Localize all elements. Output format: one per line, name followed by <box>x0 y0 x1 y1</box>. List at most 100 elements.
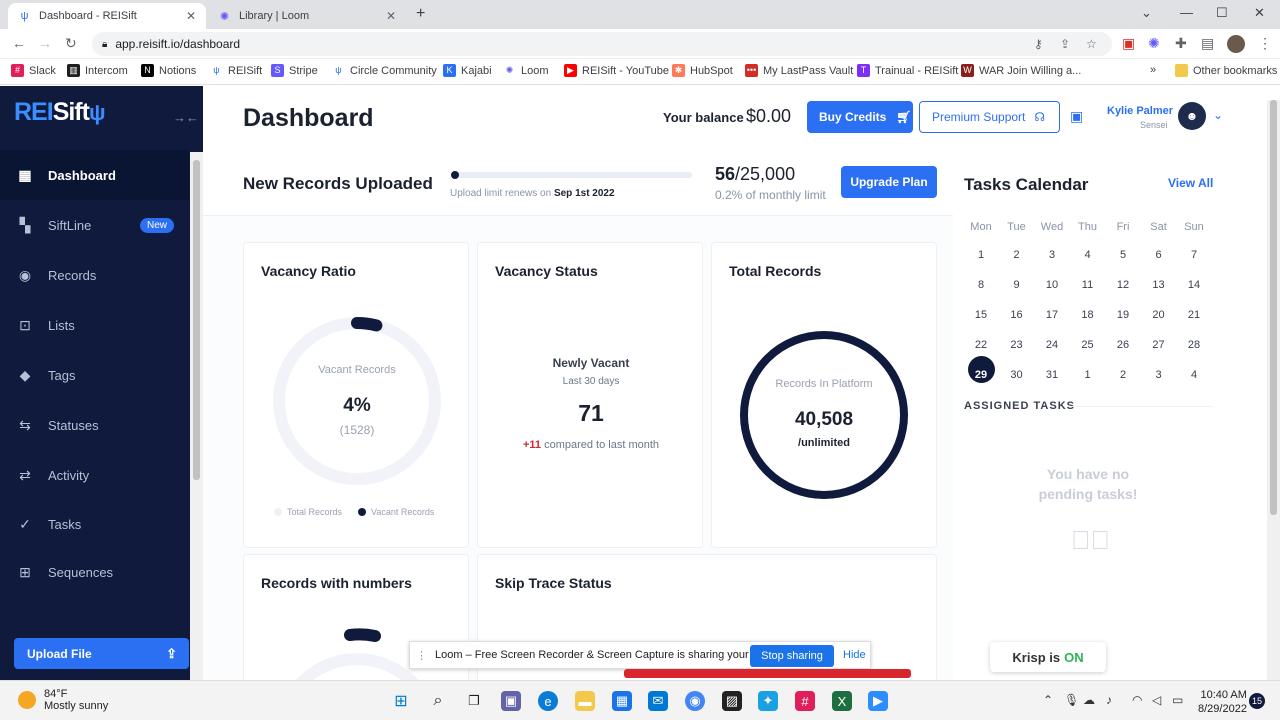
calendar-day[interactable]: 16 <box>1002 309 1032 321</box>
bookmark-war[interactable]: W WAR Join Willing a... <box>961 64 1081 77</box>
sidebar-item-tasks[interactable]: ✓ Tasks <box>0 499 189 549</box>
bookmark-youtube[interactable]: ▶ REISift - YouTube <box>564 64 669 77</box>
task-view-icon[interactable]: ❐ <box>464 691 484 711</box>
windows-start-icon[interactable]: ⊞ <box>391 691 411 711</box>
calendar-day[interactable]: 31 <box>1037 369 1067 381</box>
calendar-day[interactable]: 1 <box>966 249 996 261</box>
calendar-day[interactable]: 15 <box>966 309 996 321</box>
microphone-icon[interactable]: ♪ <box>1106 693 1112 707</box>
calendar-icon[interactable]: ▣ <box>1070 108 1083 125</box>
calendar-day[interactable]: 3 <box>1037 249 1067 261</box>
tray-chevron-icon[interactable]: ⌃ <box>1043 693 1053 707</box>
close-tab-icon[interactable]: ✕ <box>386 9 396 23</box>
sidebar-item-lists[interactable]: ⊡ Lists <box>0 300 189 350</box>
calendar-day[interactable]: 3 <box>1144 369 1174 381</box>
app-icon[interactable]: ▨ <box>722 691 742 711</box>
bookmark-star-icon[interactable]: ☆ <box>1086 37 1097 51</box>
sidebar-item-dashboard[interactable]: ▦ Dashboard <box>0 150 189 200</box>
menu-icon[interactable]: ⋮ <box>1258 35 1272 52</box>
extension-icon[interactable]: ▣ <box>1122 35 1135 52</box>
calendar-day[interactable]: 14 <box>1179 279 1209 291</box>
search-icon[interactable]: ⌕ <box>428 691 448 711</box>
share-icon[interactable]: ⇪ <box>1060 37 1070 51</box>
more-bookmarks-icon[interactable]: » <box>1150 64 1156 76</box>
tab-dashboard[interactable]: ψ Dashboard - REISift ✕ <box>8 3 206 29</box>
krisp-status-badge[interactable]: Krisp is ON <box>990 642 1106 672</box>
calendar-day[interactable]: 27 <box>1144 339 1174 351</box>
page-scrollbar-thumb[interactable] <box>1270 100 1277 515</box>
calendar-day[interactable]: 29 <box>966 369 996 381</box>
app-icon[interactable]: ✦ <box>758 691 778 711</box>
calendar-day[interactable]: 22 <box>966 339 996 351</box>
view-all-link[interactable]: View All <box>1168 176 1213 190</box>
close-window-icon[interactable]: ✕ <box>1254 5 1265 21</box>
profile-avatar[interactable] <box>1227 35 1245 53</box>
store-icon[interactable]: ▦ <box>612 691 632 711</box>
stop-sharing-button[interactable]: Stop sharing <box>750 645 834 667</box>
close-tab-icon[interactable]: ✕ <box>186 9 196 23</box>
tab-loom[interactable]: ✺ Library | Loom ✕ <box>208 3 406 29</box>
calendar-day[interactable]: 1 <box>1073 369 1103 381</box>
calendar-day[interactable]: 28 <box>1179 339 1209 351</box>
calendar-day[interactable]: 26 <box>1108 339 1138 351</box>
calendar-day[interactable]: 4 <box>1179 369 1209 381</box>
battery-icon[interactable]: ▭ <box>1172 693 1183 707</box>
calendar-day[interactable]: 4 <box>1073 249 1103 261</box>
bookmark-kajabi[interactable]: K Kajabi <box>443 64 492 77</box>
chevron-down-icon[interactable]: ⌄ <box>1213 108 1223 122</box>
bookmark-hubspot[interactable]: ✱ HubSpot <box>672 64 733 77</box>
sidebar-item-sequences[interactable]: ⊞ Sequences <box>0 547 189 597</box>
excel-icon[interactable]: X <box>832 691 852 711</box>
tab-search-icon[interactable]: ⌄ <box>1141 5 1152 21</box>
calendar-day[interactable]: 2 <box>1002 249 1032 261</box>
collapse-sidebar-icon[interactable]: →← <box>173 110 199 125</box>
calendar-day[interactable]: 11 <box>1073 279 1103 291</box>
sidebar-item-siftline[interactable]: ▚ SiftLine New <box>0 200 189 250</box>
url-input[interactable]: 🔒︎ app.reisift.io/dashboard ⚷ ⇪ ☆ <box>92 32 1112 56</box>
calendar-day[interactable]: 21 <box>1179 309 1209 321</box>
chrome-icon[interactable]: ◉ <box>685 691 705 711</box>
extensions-puzzle-icon[interactable]: ✚ <box>1175 35 1187 52</box>
calendar-day[interactable]: 25 <box>1073 339 1103 351</box>
bookmark-circle[interactable]: ψ Circle Community <box>332 64 437 77</box>
calendar-day[interactable]: 19 <box>1108 309 1138 321</box>
buy-credits-button[interactable]: Buy Credits 🛒︎ <box>807 101 913 133</box>
calendar-day[interactable]: 12 <box>1108 279 1138 291</box>
upgrade-plan-button[interactable]: Upgrade Plan <box>841 166 937 198</box>
calendar-day[interactable]: 6 <box>1144 249 1174 261</box>
user-name[interactable]: Kylie Palmer <box>1107 105 1173 117</box>
bookmark-reisift[interactable]: ψ REISift <box>210 64 262 77</box>
forward-icon[interactable]: → <box>38 35 52 51</box>
calendar-day[interactable]: 8 <box>966 279 996 291</box>
hide-button[interactable]: Hide <box>843 649 866 661</box>
back-icon[interactable]: ← <box>12 35 26 51</box>
sidebar-item-records[interactable]: ◉ Records <box>0 250 189 300</box>
mail-icon[interactable]: ✉ <box>648 691 668 711</box>
avatar[interactable]: ☻ <box>1178 102 1206 130</box>
key-icon[interactable]: ⚷ <box>1034 37 1043 51</box>
teams-icon[interactable]: ▣ <box>501 691 521 711</box>
calendar-day[interactable]: 9 <box>1002 279 1032 291</box>
reisift-logo[interactable]: REISiftψ <box>14 98 106 127</box>
slack-icon[interactable]: # <box>795 691 815 711</box>
calendar-day[interactable]: 30 <box>1002 369 1032 381</box>
calendar-day[interactable]: 7 <box>1179 249 1209 261</box>
minimize-icon[interactable]: — <box>1180 5 1193 20</box>
sidebar-item-tags[interactable]: ◆ Tags <box>0 350 189 400</box>
wifi-icon[interactable]: ◠ <box>1132 693 1142 707</box>
mic-icon[interactable]: 🎙︎ <box>1064 693 1079 707</box>
edge-icon[interactable]: e <box>538 691 558 711</box>
sidebar-scrollbar-thumb[interactable] <box>193 160 200 480</box>
new-tab-icon[interactable]: + <box>416 5 425 23</box>
system-clock[interactable]: 10:40 AM 8/29/2022 <box>1198 688 1247 716</box>
file-explorer-icon[interactable]: ▬ <box>575 691 595 711</box>
calendar-day[interactable]: 13 <box>1144 279 1174 291</box>
weather-widget[interactable]: 84°F Mostly sunny <box>18 688 108 712</box>
calendar-day[interactable]: 17 <box>1037 309 1067 321</box>
sidebar-item-statuses[interactable]: ⇆ Statuses <box>0 400 189 450</box>
maximize-icon[interactable]: ☐ <box>1216 5 1228 21</box>
side-panel-icon[interactable]: ▤ <box>1201 35 1214 52</box>
bookmark-lastpass[interactable]: ••• My LastPass Vault <box>745 64 853 77</box>
zoom-icon[interactable]: ▶ <box>868 691 888 711</box>
bookmark-loom[interactable]: ✺ Loom <box>503 64 549 77</box>
